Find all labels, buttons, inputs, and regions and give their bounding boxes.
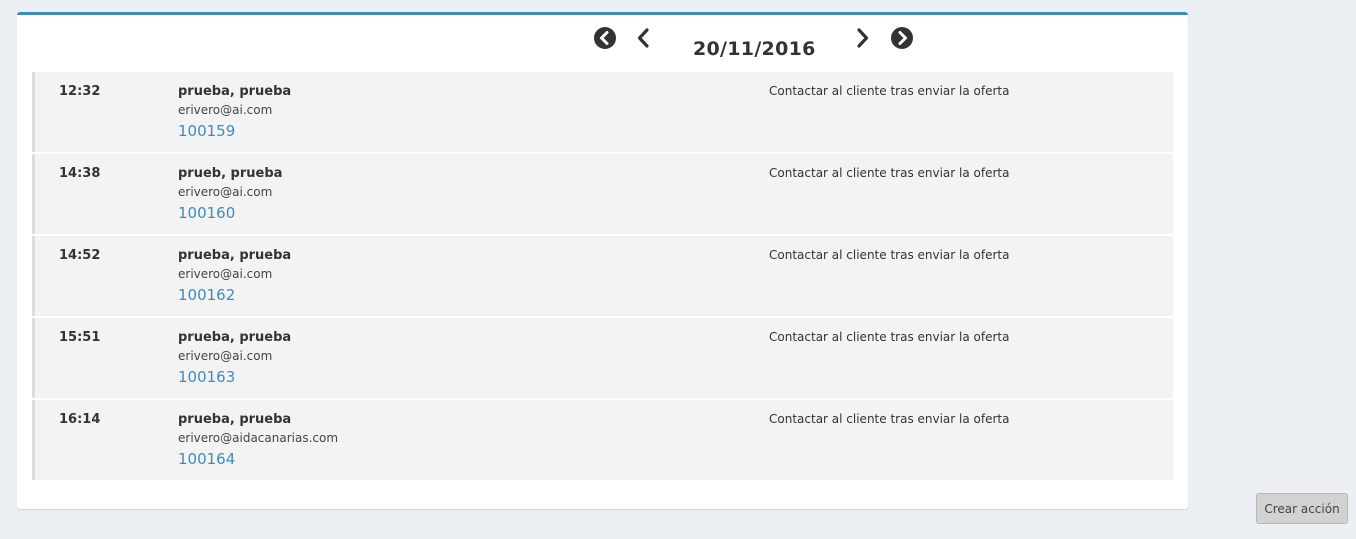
entry-time: 16:14 [59, 412, 101, 427]
date-navigation: 20/11/2016 [17, 25, 1188, 60]
reference-link[interactable]: 100163 [178, 368, 235, 386]
chevron-right-icon[interactable] [850, 26, 874, 50]
list-item[interactable]: 14:38 prueb, prueba erivero@ai.com 10016… [32, 154, 1173, 234]
action-description: Contactar al cliente tras enviar la ofer… [769, 412, 1010, 426]
agenda-panel: 20/11/2016 12:32 prueba, prueba erivero@… [17, 12, 1188, 509]
reference-link[interactable]: 100162 [178, 286, 235, 304]
circle-chevron-right-icon[interactable] [890, 26, 914, 50]
reference-link[interactable]: 100164 [178, 450, 235, 468]
action-list: 12:32 prueba, prueba erivero@ai.com 1001… [32, 72, 1173, 482]
client-email: erivero@ai.com [178, 267, 273, 281]
reference-link[interactable]: 100160 [178, 204, 235, 222]
client-name: prueb, prueba [178, 166, 283, 181]
client-email: erivero@ai.com [178, 103, 273, 117]
client-name: prueba, prueba [178, 84, 292, 99]
circle-chevron-left-icon[interactable] [593, 26, 617, 50]
list-item[interactable]: 12:32 prueba, prueba erivero@ai.com 1001… [32, 72, 1173, 152]
create-action-button[interactable]: Crear acción [1256, 493, 1348, 524]
client-email: erivero@ai.com [178, 185, 273, 199]
list-item[interactable]: 16:14 prueba, prueba erivero@aidacanaria… [32, 400, 1173, 480]
current-date: 20/11/2016 [693, 38, 816, 60]
client-name: prueba, prueba [178, 412, 292, 427]
client-name: prueba, prueba [178, 330, 292, 345]
action-description: Contactar al cliente tras enviar la ofer… [769, 248, 1010, 262]
list-item[interactable]: 14:52 prueba, prueba erivero@ai.com 1001… [32, 236, 1173, 316]
client-email: erivero@ai.com [178, 349, 273, 363]
client-name: prueba, prueba [178, 248, 292, 263]
action-description: Contactar al cliente tras enviar la ofer… [769, 166, 1010, 180]
chevron-left-icon[interactable] [632, 26, 656, 50]
list-item[interactable]: 15:51 prueba, prueba erivero@ai.com 1001… [32, 318, 1173, 398]
entry-time: 14:38 [59, 166, 101, 181]
entry-time: 15:51 [59, 330, 101, 345]
entry-time: 14:52 [59, 248, 101, 263]
action-description: Contactar al cliente tras enviar la ofer… [769, 330, 1010, 344]
client-email: erivero@aidacanarias.com [178, 431, 339, 445]
action-description: Contactar al cliente tras enviar la ofer… [769, 84, 1010, 98]
reference-link[interactable]: 100159 [178, 122, 235, 140]
entry-time: 12:32 [59, 84, 101, 99]
